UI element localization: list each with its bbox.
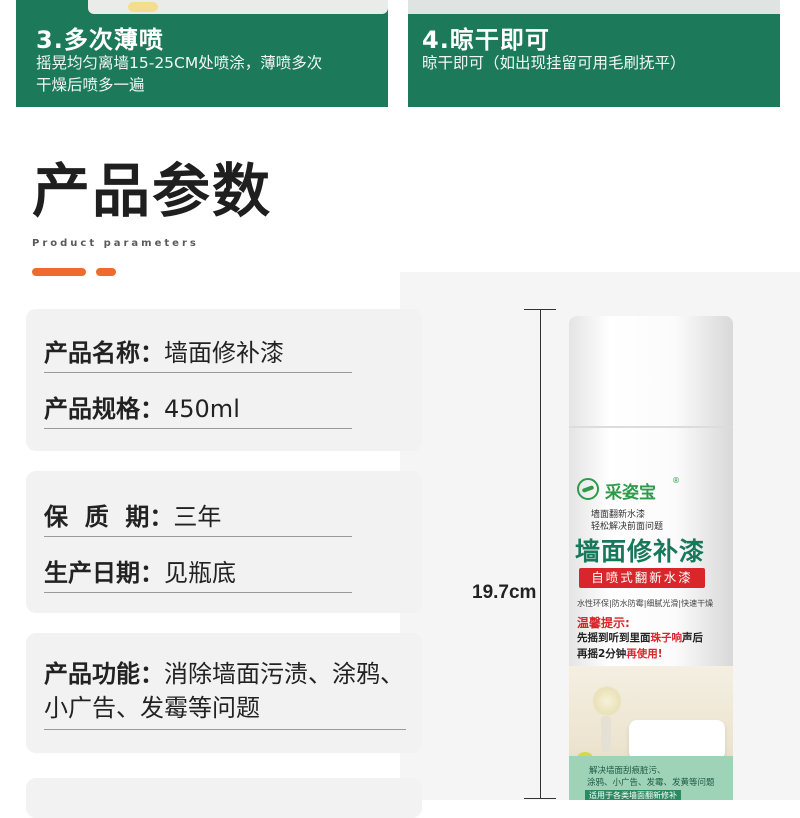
param-row-shelf-life: 保 质 期：三年: [44, 497, 352, 537]
can-tip-line-2: 再摇2分钟再使用!: [577, 648, 663, 660]
param-row-name: 产品名称：墙面修补漆: [44, 333, 352, 373]
param-key: 生产日期：: [44, 559, 164, 587]
can-band-line-2: 涂鸦、小广告、发霉、发黄等问题: [587, 778, 715, 788]
step-3-description: 摇晃均匀离墙15-25CM处喷涂，薄喷多次 干燥后喷多一遍: [36, 54, 323, 94]
param-row-production-date: 生产日期：见瓶底: [44, 553, 352, 593]
registered-mark: ®: [672, 476, 680, 485]
can-product-name: 墙面修补漆: [575, 537, 706, 566]
step-4-panel: 4.晾干即可 晾干即可（如出现挂留可用毛刷抚平）: [408, 0, 780, 107]
flower-image: [593, 684, 621, 718]
param-key: 产品规格：: [44, 395, 164, 423]
sofa-image: [629, 720, 725, 760]
param-key: 保 质 期：: [44, 503, 174, 531]
param-key: 产品名称：: [44, 339, 164, 367]
dimension-tick-bottom: [524, 798, 556, 799]
can-cap-seam: [569, 426, 733, 428]
can-tip-title: 温馨提示:: [577, 616, 630, 630]
spray-can-image: 采姿宝 ® 墙面翻新水漆 轻松解决前面问题 墙面修补漆 自喷式翻新水漆 水性环保…: [569, 316, 733, 800]
accent-bar-short: [96, 268, 116, 276]
can-band-line-1: 解决墙面刮痕脏污、: [589, 766, 666, 776]
param-value: 见瓶底: [164, 559, 236, 587]
step-3-title: 3.多次薄喷: [36, 26, 164, 54]
dimension-line: [540, 309, 541, 799]
can-subtitle-2: 轻松解决前面问题: [591, 522, 664, 532]
param-key: 产品功能：: [44, 660, 164, 688]
brand-name: 采姿宝: [605, 483, 656, 503]
step-3-photo: [88, 0, 388, 14]
param-card: 保 质 期：三年 生产日期：见瓶底: [26, 471, 422, 613]
can-features: 水性环保|防水防霉|细腻光滑|快速干燥: [577, 599, 714, 608]
step-4-description: 晾干即可（如出现挂留可用毛刷抚平）: [422, 54, 686, 72]
accent-bar-long: [32, 268, 86, 276]
can-tagline-badge: 自喷式翻新水漆: [579, 568, 705, 588]
step-3-panel: 3.多次薄喷 摇晃均匀离墙15-25CM处喷涂，薄喷多次 干燥后喷多一遍: [16, 0, 388, 107]
dimension-label: 19.7cm: [472, 580, 537, 606]
param-row-function: 产品功能：消除墙面污渍、涂鸦、小广告、发霉等问题: [44, 657, 406, 730]
vase-image: [601, 716, 611, 752]
step-4-photo: [408, 0, 780, 14]
param-card: [26, 778, 422, 818]
section-title: 产品参数: [32, 157, 273, 225]
brand-logo-icon: [577, 478, 599, 500]
param-value: 三年: [173, 503, 222, 531]
param-value: 450ml: [164, 395, 240, 423]
step-4-title: 4.晾干即可: [422, 26, 550, 54]
section-subtitle: Product parameters: [32, 238, 199, 249]
can-band-line-3: 适用于各类墙面翻新修补: [585, 790, 681, 800]
param-card: 产品功能：消除墙面污渍、涂鸦、小广告、发霉等问题: [26, 633, 422, 753]
can-tip-line-1: 先摇到听到里面珠子响声后: [577, 632, 703, 644]
param-card: 产品名称：墙面修补漆 产品规格：450ml: [26, 309, 422, 451]
param-row-spec: 产品规格：450ml: [44, 389, 352, 429]
param-value: 墙面修补漆: [164, 339, 284, 367]
